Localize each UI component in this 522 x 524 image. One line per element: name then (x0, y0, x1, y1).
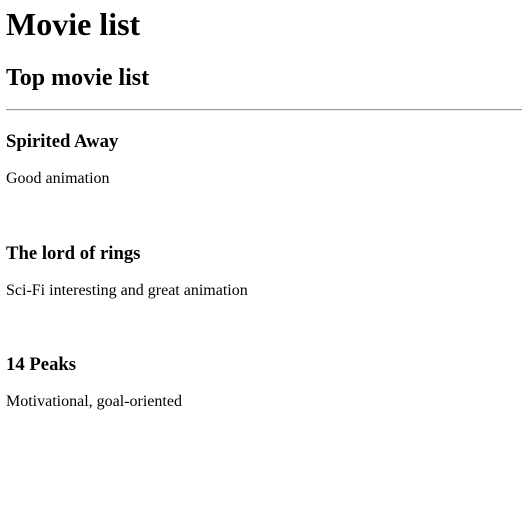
movie-item: Spirited Away Good animation (6, 131, 522, 188)
page-title: Movie list (6, 6, 141, 42)
movie-description: Motivational, goal-oriented (6, 393, 182, 410)
movie-item: The lord of rings Sci-Fi interesting and… (6, 243, 522, 300)
movie-item: 14 Peaks Motivational, goal-oriented (6, 354, 522, 411)
movie-title: Spirited Away (6, 131, 119, 152)
movie-description: Good animation (6, 170, 110, 187)
page-subtitle: Top movie list (6, 65, 150, 91)
divider (6, 109, 522, 111)
movie-description: Sci-Fi interesting and great animation (6, 282, 248, 299)
movie-title: The lord of rings (6, 243, 141, 264)
movie-title: 14 Peaks (6, 354, 77, 375)
